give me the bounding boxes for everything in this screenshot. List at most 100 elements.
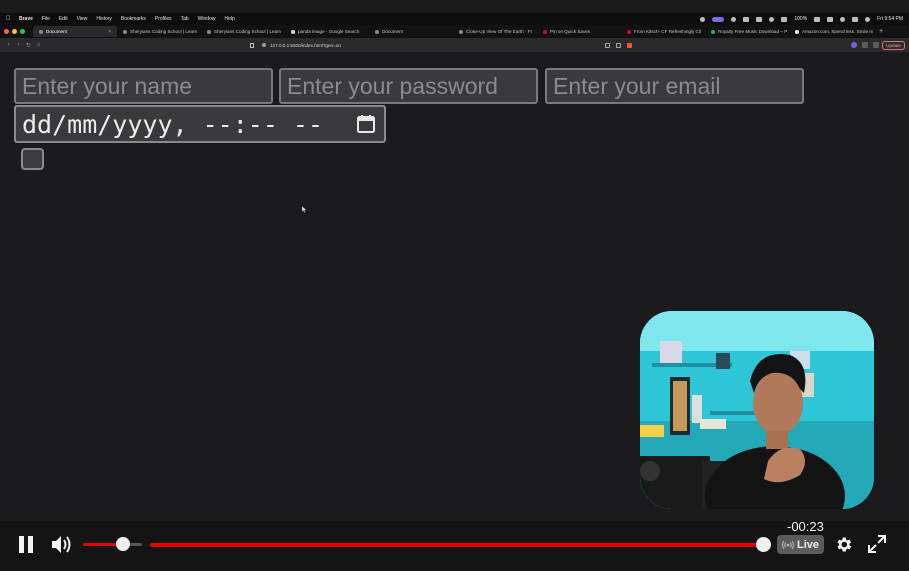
address-actions (605, 42, 632, 48)
pause-icon[interactable] (17, 535, 35, 554)
share-icon[interactable] (616, 42, 621, 48)
apple-icon[interactable]:  (6, 16, 12, 22)
tab-label: Document (382, 29, 403, 34)
active-app-indicator-icon[interactable] (712, 16, 725, 22)
music-favicon-icon (711, 29, 715, 34)
close-window-icon[interactable] (4, 29, 9, 34)
seek-bar[interactable] (150, 543, 770, 547)
site-info-icon[interactable] (262, 43, 266, 47)
brave-shields-icon[interactable] (627, 42, 632, 48)
screen:  Brave File Edit View History Bookmarks… (0, 0, 909, 571)
page-content: Enter your name Enter your password Ente… (0, 52, 909, 521)
tab-sheryians-2[interactable]: Sheryians Coding School | Learn (201, 26, 285, 37)
macos-menu-bar:  Brave File Edit View History Bookmarks… (0, 13, 909, 25)
address-bar[interactable]: 127.0.0.1:5500/index.html?gen=on (250, 40, 642, 50)
close-tab-icon[interactable]: × (108, 29, 111, 35)
tab-document-active[interactable]: Document × (33, 26, 117, 37)
status-circle-icon[interactable] (731, 16, 737, 22)
volume-slider[interactable] (83, 543, 142, 546)
bookmark-icon[interactable] (250, 42, 254, 48)
tab-label: Document (46, 29, 67, 34)
menu-status-area: 100% Fri 9:54 PM (700, 16, 903, 22)
presenter-video-feed (640, 311, 874, 509)
tab-label: From Kitsch- CF Refreshingly Cli (634, 29, 701, 34)
google-favicon-icon (291, 29, 295, 34)
time-remaining: -00:23 (787, 519, 824, 534)
live-label: Live (796, 538, 819, 551)
password-placeholder: Enter your password (287, 72, 498, 99)
tab-earth[interactable]: Close-Up View Of The Earth · Fr (453, 26, 537, 37)
extensions-area (851, 42, 879, 48)
webcam-overlay (640, 311, 874, 509)
menu-help[interactable]: Help (224, 16, 234, 22)
calendar-icon[interactable] (356, 114, 376, 134)
zoom-icon[interactable] (605, 42, 610, 48)
menu-bookmarks[interactable]: Bookmarks (121, 16, 146, 22)
siri-icon[interactable] (865, 16, 871, 22)
screen-record-icon[interactable] (700, 16, 706, 22)
control-center-icon[interactable] (852, 16, 859, 22)
menu-tab[interactable]: Tab (181, 16, 189, 22)
seek-bar-handle[interactable] (755, 537, 771, 552)
menu-file[interactable]: File (42, 16, 50, 22)
tab-label: Sheryians Coding School | Learn (214, 29, 282, 34)
tab-kitsch[interactable]: From Kitsch- CF Refreshingly Cli (621, 26, 705, 37)
email-placeholder: Enter your email (553, 72, 721, 99)
checkbox-input[interactable] (21, 148, 44, 170)
live-button[interactable]: Live (777, 535, 824, 554)
email-input[interactable]: Enter your email (545, 68, 804, 104)
name-input[interactable]: Enter your name (14, 68, 273, 104)
site-favicon-icon (207, 29, 211, 34)
wifi-icon[interactable] (827, 16, 834, 22)
tab-label: Amazon.com. Spend less. Smile m (802, 29, 874, 34)
home-icon[interactable]: ⌂ (35, 42, 42, 48)
tab-amazon[interactable]: Amazon.com. Spend less. Smile m (789, 26, 875, 37)
menu-window[interactable]: Window (198, 16, 216, 22)
gear-icon[interactable] (834, 535, 853, 554)
profile-icon[interactable] (851, 42, 857, 48)
address-url[interactable]: 127.0.0.1:5500/index.html?gen=on (270, 43, 341, 48)
new-tab-icon[interactable]: + (879, 28, 883, 35)
name-placeholder: Enter your name (22, 72, 193, 99)
window-controls (4, 29, 25, 34)
bluetooth-icon[interactable] (781, 16, 788, 22)
datetime-value: dd/mm/yyyy, --:-- -- (22, 109, 324, 139)
mic-icon[interactable] (743, 16, 750, 22)
pinterest-favicon-icon (543, 29, 547, 34)
zoom-window-icon[interactable] (20, 29, 25, 34)
menu-app-name[interactable]: Brave (19, 16, 33, 22)
reload-icon[interactable]: ↻ (25, 42, 32, 49)
pinterest-favicon-icon (627, 29, 631, 34)
tab-pinterest[interactable]: Pin on Quick Saves (537, 26, 621, 37)
tab-music[interactable]: Royalty Free Music Download – P (705, 26, 789, 37)
downloads-icon[interactable] (873, 42, 879, 48)
tab-label: Sheryians Coding School | Learn (130, 29, 198, 34)
back-icon[interactable]: ‹ (5, 42, 12, 48)
forward-icon[interactable]: › (15, 42, 22, 48)
volume-status-icon[interactable] (756, 16, 763, 22)
volume-icon[interactable] (51, 535, 73, 554)
datetime-input[interactable]: dd/mm/yyyy, --:-- -- (14, 105, 386, 143)
spotlight-icon[interactable] (840, 16, 846, 22)
site-favicon-icon (459, 29, 463, 34)
battery-icon[interactable] (814, 16, 821, 22)
live-signal-icon (782, 540, 794, 549)
menu-edit[interactable]: Edit (59, 16, 68, 22)
menu-view[interactable]: View (77, 16, 88, 22)
tab-label: Close-Up View Of The Earth · Fr (466, 29, 533, 34)
volume-slider-handle[interactable] (116, 537, 131, 551)
minimize-window-icon[interactable] (12, 29, 17, 34)
tab-google-search[interactable]: panda image - Google Search (285, 26, 369, 37)
password-input[interactable]: Enter your password (279, 68, 538, 104)
browser-tab-strip: Document × Sheryians Coding School | Lea… (0, 25, 909, 38)
fullscreen-icon[interactable] (868, 535, 886, 553)
tab-document-2[interactable]: Document (369, 26, 453, 37)
menu-clock[interactable]: Fri 9:54 PM (877, 16, 903, 22)
menu-profiles[interactable]: Profiles (155, 16, 172, 22)
menu-history[interactable]: History (96, 16, 112, 22)
extensions-icon[interactable] (862, 42, 868, 48)
update-label: Update (886, 42, 901, 48)
update-button[interactable]: Update (882, 40, 905, 50)
settings-status-icon[interactable] (769, 16, 775, 22)
tab-sheryians-1[interactable]: Sheryians Coding School | Learn (117, 26, 201, 37)
